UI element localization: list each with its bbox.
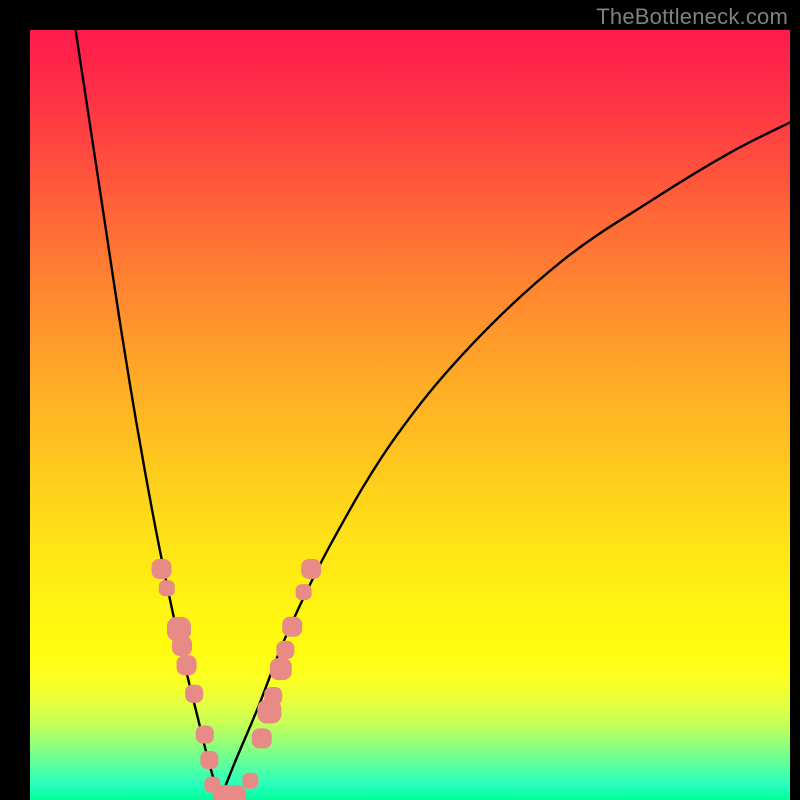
data-marker bbox=[151, 559, 171, 579]
data-marker bbox=[301, 559, 321, 579]
plot-area bbox=[30, 30, 790, 800]
watermark-text: TheBottleneck.com bbox=[596, 4, 788, 30]
data-marker bbox=[242, 773, 258, 789]
data-marker bbox=[276, 641, 294, 659]
data-marker bbox=[282, 617, 302, 637]
data-marker bbox=[159, 580, 175, 596]
data-marker bbox=[270, 658, 292, 680]
left-branch-curve bbox=[76, 30, 220, 800]
data-marker bbox=[196, 726, 214, 744]
data-marker bbox=[200, 751, 218, 769]
outer-frame: TheBottleneck.com bbox=[0, 0, 800, 800]
data-marker bbox=[252, 728, 272, 748]
marker-layer bbox=[151, 559, 321, 800]
chart-svg bbox=[30, 30, 790, 800]
data-marker bbox=[296, 584, 312, 600]
data-marker bbox=[264, 687, 282, 705]
right-branch-curve bbox=[220, 122, 790, 800]
data-marker bbox=[185, 685, 203, 703]
data-marker bbox=[177, 655, 197, 675]
data-marker bbox=[172, 636, 192, 656]
data-marker bbox=[224, 785, 246, 800]
curve-layer bbox=[76, 30, 790, 800]
